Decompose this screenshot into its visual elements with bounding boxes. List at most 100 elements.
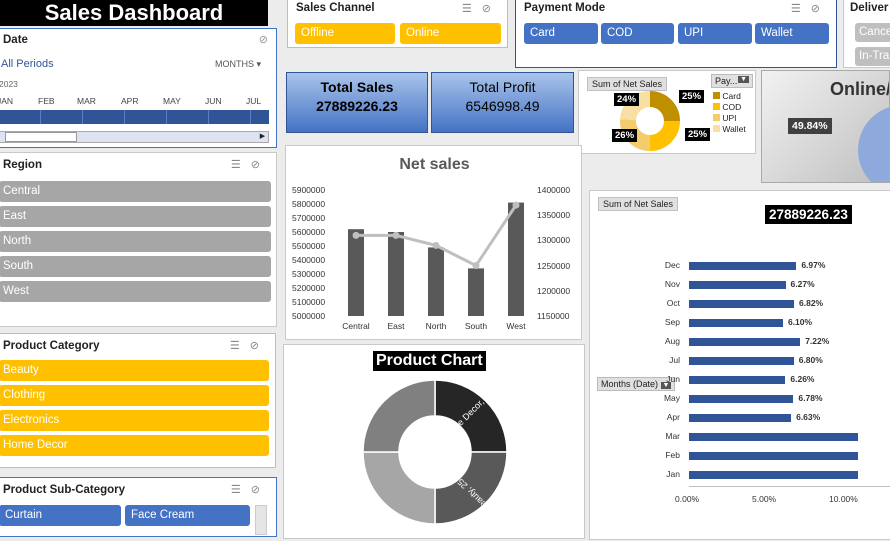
y2-tick-label: 1150000 <box>537 311 570 321</box>
multiselect-icon[interactable]: ☰⊘ <box>462 2 501 15</box>
month-label: JUN <box>205 96 222 106</box>
bar <box>689 471 859 479</box>
legend-label: Wallet <box>722 124 746 134</box>
donut-slice <box>362 451 436 525</box>
bar <box>689 357 794 365</box>
data-label: 7.22% <box>805 336 830 346</box>
subcategory-tile[interactable]: Curtain <box>0 505 121 526</box>
y-tick-label: 5700000 <box>292 213 326 223</box>
scroll-right-icon[interactable]: ▶ <box>257 132 268 142</box>
channel-tile[interactable]: Offline <box>295 23 395 44</box>
timeline-bar[interactable] <box>0 110 269 124</box>
clear-filter-icon[interactable]: ⊘ <box>259 33 268 46</box>
total-profit-card: Total Profit 6546998.49 <box>431 72 574 133</box>
y-tick-label: 5600000 <box>292 227 326 237</box>
month-label: FEB <box>38 96 55 106</box>
total-sales-value: 27889226.23 <box>316 98 398 114</box>
legend-item: Wallet <box>713 124 746 135</box>
product-chart: Product Chart Home Decor, 25% Beauty, 25% <box>283 344 585 539</box>
region-tile[interactable]: South <box>0 256 271 277</box>
bar <box>689 376 786 384</box>
y-tick-label: Jun <box>666 374 680 384</box>
scrollbar-thumb[interactable] <box>5 132 77 142</box>
multiselect-icon[interactable]: ☰⊘ <box>230 339 269 352</box>
payment-tile[interactable]: Card <box>524 23 598 44</box>
payment-tile[interactable]: COD <box>601 23 674 44</box>
legend-filter-button[interactable]: Pay... ▼ <box>711 74 753 88</box>
x-tick-label: Central <box>342 321 370 331</box>
month-label: MAR <box>77 96 96 106</box>
subcategory-tile[interactable]: Face Cream <box>125 505 250 526</box>
data-label: 6.82% <box>799 298 824 308</box>
total-sales-card: Total Sales 27889226.23 <box>286 72 428 133</box>
bar <box>388 232 404 316</box>
region-tile[interactable]: North <box>0 231 271 252</box>
y2-tick-label: 1250000 <box>537 260 571 271</box>
y2-tick-label: 1200000 <box>537 285 571 296</box>
x-axis-line <box>689 486 890 487</box>
y-tick-label: 5500000 <box>292 241 326 251</box>
legend-item: COD <box>713 102 746 113</box>
bar <box>468 268 484 316</box>
y-tick-label: Sep <box>664 317 680 327</box>
x-axis-labels: Central East North South West <box>336 321 536 335</box>
donut-slice <box>362 379 436 453</box>
bar <box>428 247 444 316</box>
line-point <box>392 231 400 239</box>
bar <box>348 229 364 316</box>
payment-tile[interactable]: Wallet <box>755 23 829 44</box>
x-tick-label: South <box>464 321 488 331</box>
product-subcategory-slicer: Product Sub-Category ☰⊘ Curtain Face Cre… <box>0 477 277 537</box>
bar <box>689 414 792 422</box>
legend-item: Card <box>713 91 746 102</box>
delivery-tile[interactable]: In-Tra <box>855 47 890 66</box>
x-tick-label: 0.00% <box>675 494 700 504</box>
bar <box>689 338 801 346</box>
multiselect-icon[interactable]: ☰⊘ <box>791 2 830 15</box>
date-timeline-slicer[interactable]: Date ⊘ All Periods MONTHS ▾ 2023 JAN FEB… <box>0 28 277 148</box>
delivery-tile[interactable]: Cance <box>855 23 890 42</box>
monthly-bars-area: Dec 6.97% Nov 6.27% Oct 6.82% Sep 6.10% Aug 7.22%… <box>590 191 890 541</box>
chevron-down-icon: ▾ <box>256 59 262 69</box>
channel-tile[interactable]: Online <box>400 23 501 44</box>
y-tick-label: Nov <box>664 279 680 289</box>
payment-tile[interactable]: UPI <box>678 23 752 44</box>
region-tile[interactable]: West <box>0 281 271 302</box>
category-tile[interactable]: Electronics <box>0 410 269 431</box>
category-tile[interactable]: Clothing <box>0 385 269 406</box>
online-pie-label: 49.84% <box>788 118 832 134</box>
data-label: 25% <box>685 128 711 141</box>
x-tick-label: East <box>387 321 405 331</box>
x-tick-label: West <box>506 321 526 331</box>
net-sales-chart: Net sales 5900000 5800000 5700000 5600000 55… <box>285 145 582 340</box>
timeline-scrollbar[interactable]: ▶ <box>0 131 269 143</box>
y-tick-label: 5900000 <box>292 185 326 195</box>
dropdown-arrow-icon: ▼ <box>738 76 749 83</box>
category-tile[interactable]: Beauty <box>0 360 269 381</box>
y2-tick-label: 1400000 <box>537 185 571 195</box>
granularity-label: MONTHS <box>215 59 254 69</box>
category-tile[interactable]: Home Decor <box>0 435 269 456</box>
y-tick-label: 5300000 <box>292 269 326 279</box>
month-label: MAY <box>163 96 181 106</box>
bar <box>689 262 797 270</box>
region-tile[interactable]: East <box>0 206 271 227</box>
region-tile[interactable]: Central <box>0 181 271 202</box>
y-tick-label: 5200000 <box>292 283 326 293</box>
y-axis-right: 1400000 1350000 1300000 1250000 1200000 11500… <box>537 185 585 326</box>
vertical-scrollbar[interactable] <box>255 505 267 535</box>
y-tick-label: May <box>663 393 680 403</box>
y-tick-label: Apr <box>666 412 680 422</box>
y2-tick-label: 1300000 <box>537 235 571 246</box>
bar <box>508 202 524 316</box>
granularity-dropdown[interactable]: MONTHS ▾ <box>215 59 261 70</box>
data-label: 6.27% <box>790 279 815 289</box>
multiselect-icon[interactable]: ☰⊘ <box>231 483 270 496</box>
multiselect-icon[interactable]: ☰⊘ <box>231 158 270 171</box>
x-tick-label: 5.00% <box>752 494 777 504</box>
delivery-status-slicer: Deliver Cance In-Tra <box>843 0 890 68</box>
y-tick-label: Jul <box>669 355 680 365</box>
bar <box>689 281 786 289</box>
data-label: 6.63% <box>796 412 821 422</box>
delivery-header: Deliver <box>850 2 889 14</box>
